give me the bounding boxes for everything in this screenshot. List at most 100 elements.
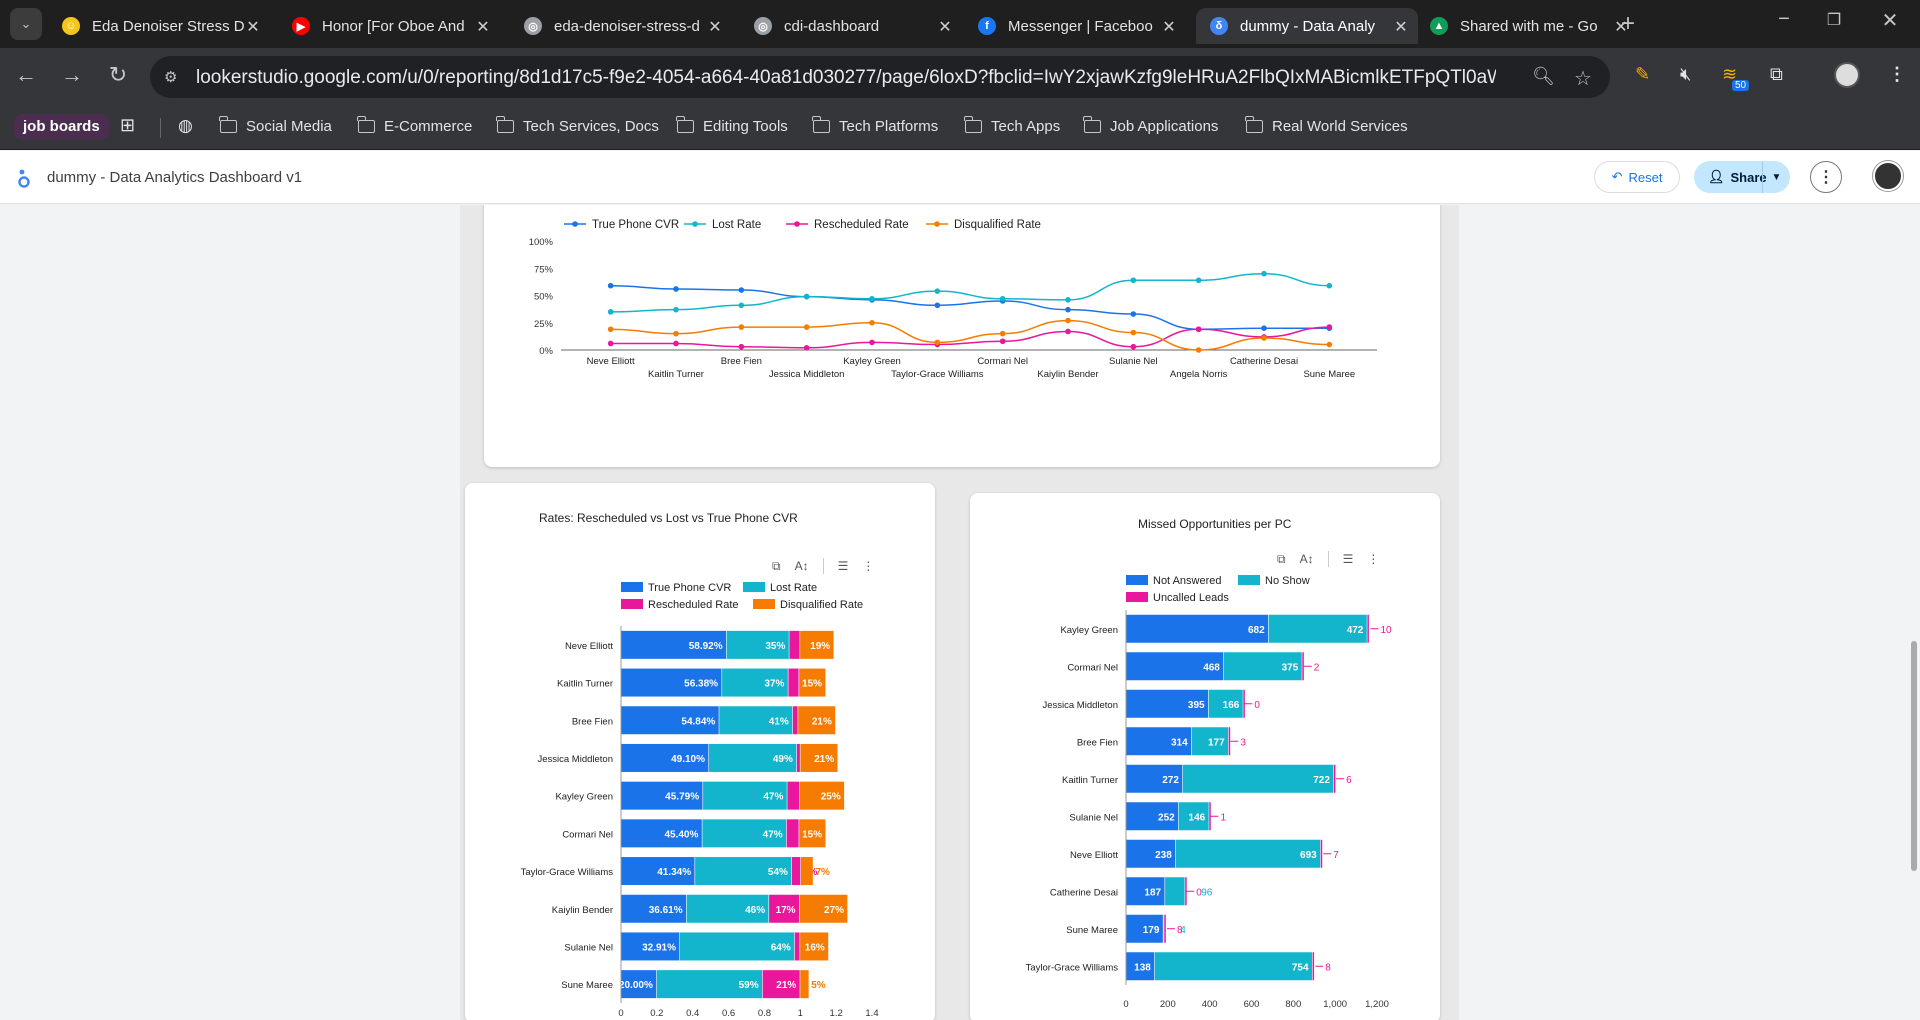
line-chart-card: True Phone CVR Lost Rate Rescheduled Rate D… xyxy=(484,205,1440,467)
bar-segment xyxy=(1333,764,1336,793)
bookmark-label: Editing Tools xyxy=(703,118,788,135)
bar-value-label: 17% xyxy=(776,905,796,916)
x-tick-label: 1,000 xyxy=(1323,999,1347,1010)
y-tick-label: 25% xyxy=(534,319,554,330)
bar-value-label: 472 xyxy=(1347,625,1364,636)
bookmark-folder[interactable]: Tech Apps xyxy=(964,116,1061,135)
profile-avatar[interactable] xyxy=(1834,62,1860,88)
legend-swatch xyxy=(743,582,765,592)
site-info-icon[interactable]: ⚙ xyxy=(164,68,177,86)
zoom-icon[interactable]: 🔍︎ xyxy=(1532,66,1555,87)
extensions-puzzle-icon[interactable]: ⧉ xyxy=(1770,64,1783,85)
tab-5[interactable]: δ dummy - Data Analy ✕ xyxy=(1196,8,1418,44)
apps-grid-icon[interactable]: ⊞ xyxy=(120,115,135,136)
bar-segment xyxy=(1154,952,1312,981)
tab-1[interactable]: ▶ Honor [For Oboe And ✕ xyxy=(278,8,500,44)
tab-close-icon[interactable]: ✕ xyxy=(244,17,262,37)
tab-favicon-icon: f xyxy=(978,17,996,35)
tab-0[interactable]: ☺ Eda Denoiser Stress D ✕ xyxy=(48,8,270,44)
restore-button[interactable]: ❐ xyxy=(1820,10,1848,30)
tab-close-icon[interactable]: ✕ xyxy=(1392,17,1410,37)
address-bar[interactable]: ⚙ lookerstudio.google.com/u/0/reporting/… xyxy=(150,56,1610,98)
y-category-label: Cormari Nel xyxy=(1067,662,1118,673)
bar-value-label: 15% xyxy=(802,679,822,690)
tab-close-icon[interactable]: ✕ xyxy=(1160,17,1178,37)
mute-icon[interactable]: 🔇︎ xyxy=(1680,64,1691,85)
bookmark-folder[interactable]: Tech Services, Docs xyxy=(496,116,659,135)
bar-value-label: 54% xyxy=(768,867,788,878)
user-avatar[interactable] xyxy=(1873,161,1903,191)
x-tick-label: 1.4 xyxy=(865,1008,878,1019)
x-tick-label: 1,200 xyxy=(1365,999,1389,1010)
bookmark-folder[interactable]: Social Media xyxy=(219,116,332,135)
highlighter-extension-icon[interactable]: ✎ xyxy=(1635,64,1650,85)
new-tab-button[interactable]: + xyxy=(1614,10,1642,38)
bar-value-label: 15% xyxy=(802,829,822,840)
data-point xyxy=(1195,347,1202,353)
tab-4[interactable]: f Messenger | Faceboo ✕ xyxy=(964,8,1186,44)
share-button[interactable]: 👤︎ Share ▼ xyxy=(1694,161,1790,193)
globe-icon[interactable]: ◍ xyxy=(178,116,193,136)
tab-close-icon[interactable]: ✕ xyxy=(706,17,724,37)
bookmark-job-boards[interactable]: job boards xyxy=(14,114,109,140)
close-window-button[interactable]: ✕ xyxy=(1876,8,1904,33)
forward-button[interactable]: → xyxy=(58,62,86,88)
data-point xyxy=(1065,306,1071,313)
legend-label: Rescheduled Rate xyxy=(648,599,739,611)
tab-close-icon[interactable]: ✕ xyxy=(936,17,954,37)
share-dropdown-icon[interactable]: ▼ xyxy=(1762,161,1790,193)
bar-value-label: 25% xyxy=(821,792,841,803)
bar-value-label: 37% xyxy=(764,679,784,690)
y-category-label: Kayley Green xyxy=(555,792,613,803)
more-options-button[interactable]: ⋮ xyxy=(1810,161,1842,193)
reload-button[interactable]: ↻ xyxy=(104,62,132,88)
report-canvas: True Phone CVR Lost Rate Rescheduled Rate D… xyxy=(0,205,1920,1020)
tab-search-icon[interactable]: ⌄ xyxy=(10,8,42,40)
bar-value-label: 32.91% xyxy=(642,942,676,953)
bookmark-label: Real World Services xyxy=(1272,118,1408,135)
tab-close-icon[interactable]: ✕ xyxy=(474,17,492,37)
browser-menu-icon[interactable]: ⋮ xyxy=(1888,64,1906,85)
tab-3[interactable]: ◎ cdi-dashboard ✕ xyxy=(740,8,962,44)
bookmark-label: Tech Apps xyxy=(991,118,1061,135)
bar-value-label: 41% xyxy=(769,716,789,727)
add-person-icon: 👤︎ xyxy=(1708,169,1725,184)
bar-value-label: 47% xyxy=(763,792,783,803)
y-category-label: Jessica Middleton xyxy=(1042,700,1118,711)
tab-6[interactable]: ▲ Shared with me - Go ✕ xyxy=(1416,8,1638,44)
bar-value-label: 7% xyxy=(815,867,830,878)
bar-segment xyxy=(794,932,800,961)
x-tick-label: 0.2 xyxy=(650,1008,663,1019)
bookmark-folder[interactable]: Editing Tools xyxy=(676,116,788,135)
bar-value-label: 21% xyxy=(814,754,834,765)
scrollbar-thumb[interactable] xyxy=(1911,641,1917,871)
bar-value-label: 16% xyxy=(805,942,825,953)
report-title[interactable]: dummy - Data Analytics Dashboard v1 xyxy=(47,169,302,186)
legend-marker xyxy=(934,221,940,227)
folder-icon xyxy=(676,116,694,133)
bookmark-folder[interactable]: Tech Platforms xyxy=(812,116,938,135)
bookmark-label: E-Commerce xyxy=(384,118,473,135)
reset-button[interactable]: ↶ Reset xyxy=(1594,161,1680,193)
data-point xyxy=(803,345,810,351)
minimize-button[interactable]: − xyxy=(1770,8,1798,31)
scrollbar-track[interactable] xyxy=(1906,205,1920,1020)
bar-segment xyxy=(788,668,799,697)
tab-2[interactable]: ◎ eda-denoiser-stress-d ✕ xyxy=(510,8,732,44)
bar-value-label: 56.38% xyxy=(684,679,718,690)
bookmark-star-icon[interactable]: ☆ xyxy=(1574,66,1592,91)
bar-segment xyxy=(789,630,800,659)
back-button[interactable]: ← xyxy=(12,62,40,88)
bookmark-folder[interactable]: E-Commerce xyxy=(357,116,473,135)
bookmark-folder[interactable]: Job Applications xyxy=(1083,116,1218,135)
y-category-label: Kaitlin Turner xyxy=(557,679,613,690)
url-text[interactable]: lookerstudio.google.com/u/0/reporting/8d… xyxy=(196,67,1496,89)
bookmark-folder[interactable]: Real World Services xyxy=(1245,116,1408,135)
data-point xyxy=(607,282,614,289)
legend-label: True Phone CVR xyxy=(592,219,679,231)
data-point xyxy=(1261,335,1267,341)
bar-value-label: 682 xyxy=(1248,625,1265,636)
bar-value-label: 3 xyxy=(1240,737,1246,748)
bar-value-label: 49.10% xyxy=(671,754,705,765)
data-point xyxy=(1130,277,1137,284)
